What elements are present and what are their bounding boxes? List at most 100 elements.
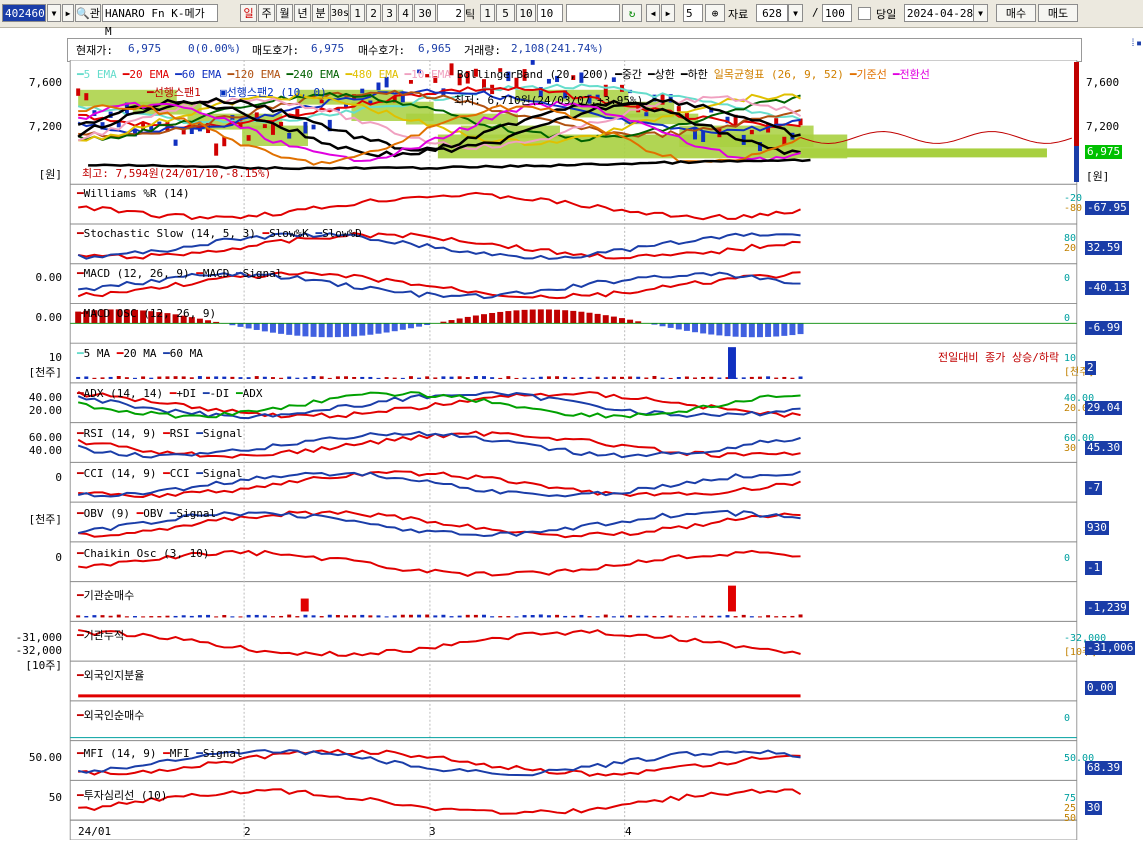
panel-value-psy: 30 (1085, 801, 1103, 815)
osc-bar (521, 309, 528, 324)
scroll-right-icon[interactable]: ▶ (661, 4, 675, 22)
refresh-icon[interactable]: ↻ (622, 4, 642, 22)
volume-bar (84, 615, 89, 618)
legend-base: ━기준선 (849, 68, 887, 81)
period-minute-button[interactable]: 분 (312, 4, 329, 22)
data-count-select[interactable]: 628 (756, 4, 788, 22)
minute-step-1[interactable]: 1 (350, 4, 365, 22)
volume-spike (728, 347, 736, 379)
legend-mid: ━중간 (615, 68, 643, 81)
volume-bar (344, 376, 349, 379)
date-select[interactable]: 2024-04-28 (904, 4, 976, 22)
zoom-icon[interactable]: ⊕ (705, 4, 725, 22)
volume-bar (482, 376, 486, 379)
osc-bar (367, 323, 374, 335)
minute-step-3[interactable]: 3 (382, 4, 397, 22)
minute-step-2[interactable]: 2 (366, 4, 381, 22)
volume-bar (270, 377, 275, 379)
osc-bar (464, 316, 471, 324)
search-icon[interactable]: 🔍관 (75, 4, 101, 22)
period-30s-button[interactable]: 30s (330, 4, 349, 22)
volume-bar (465, 377, 470, 379)
candle (749, 129, 754, 135)
volume-label: 거래량: (464, 44, 501, 57)
price-rtick-7200: 7,200 (1086, 120, 1120, 133)
volume-bar (149, 616, 154, 618)
code-dropdown-icon[interactable]: ▼ (47, 4, 61, 22)
osc-bar (545, 309, 552, 324)
data-count-dropdown-icon[interactable]: ▼ (788, 4, 803, 22)
legend-20ema: ━20 EMA (122, 68, 170, 81)
volume-bar (766, 376, 771, 379)
volume-bar (693, 377, 698, 379)
volume-bar (222, 376, 227, 379)
volume-bar (449, 616, 454, 618)
candle (303, 121, 308, 134)
same-day-checkbox[interactable] (858, 7, 871, 20)
volume-bar (571, 377, 576, 379)
panel-value-rsi: 45.30 (1085, 441, 1123, 455)
date-dropdown-icon[interactable]: ▼ (973, 4, 988, 22)
ticker-name-field[interactable]: HANARO Fn K-메가 M (102, 4, 218, 38)
osc-bar (302, 323, 309, 337)
panel-value-mfi: 68.39 (1085, 761, 1123, 775)
volume-bar (619, 376, 624, 379)
panel-series-stoch-1: Slow%D (322, 227, 362, 240)
legend-480ema: ━480 EMA (345, 68, 399, 81)
sell-button[interactable]: 매도 (1038, 4, 1078, 22)
volume-bar (441, 376, 446, 379)
xaxis-label-feb: 2 (244, 825, 251, 838)
period-day-button[interactable]: 일 (240, 4, 257, 22)
toolbar: 402460 ▼ ▶ 🔍관 HANARO Fn K-메가 M 일 주 월 년 분… (0, 0, 1143, 38)
period-week-button[interactable]: 주 (258, 4, 275, 22)
volume-bar (587, 616, 592, 618)
osc-bar (513, 310, 520, 324)
code-input[interactable]: 402460 (2, 4, 46, 22)
ask-label: 매도호가: (252, 44, 300, 57)
tick-step-5[interactable]: 5 (496, 4, 515, 22)
tick-input[interactable]: 2 (437, 4, 465, 22)
volume-bar (230, 616, 235, 618)
panel-series-mfi-0: MFI (169, 747, 190, 760)
panel-series-macd-0: MACD (202, 267, 230, 280)
volume-bar (238, 616, 243, 618)
volume-bar (555, 376, 560, 379)
volume-bar (652, 375, 657, 379)
osc-bar (756, 323, 763, 338)
current-price-label: 현재가: (76, 44, 113, 57)
volume-bar (368, 376, 373, 379)
next-arrow-icon[interactable]: ▶ (62, 4, 74, 22)
volume-bar (197, 376, 202, 379)
volume-bar (100, 377, 105, 379)
settings-icon[interactable]: ⁞▪ (1130, 38, 1142, 50)
osc-bar (286, 323, 293, 335)
buy-button[interactable]: 매수 (996, 4, 1036, 22)
tick-step-10b[interactable]: 10 (537, 4, 563, 22)
volume-bar (425, 614, 430, 618)
legend-span1: ━선행스팬1 (147, 86, 201, 99)
panel-series-adx-1: -DI (209, 387, 230, 400)
count-input[interactable]: 5 (683, 4, 703, 22)
minute-step-30[interactable]: 30 (414, 4, 436, 22)
panel-value-macd: -40.13 (1085, 281, 1129, 295)
scroll-left-icon[interactable]: ◀ (646, 4, 660, 22)
tick-step-10[interactable]: 10 (516, 4, 536, 22)
volume-bar (644, 615, 649, 618)
osc-bar (489, 312, 496, 324)
osc-bar (245, 323, 252, 329)
minute-step-4[interactable]: 4 (398, 4, 413, 22)
period-year-button[interactable]: 년 (294, 4, 311, 22)
panel-lefttick-mfi-0: 50.00 (28, 751, 62, 764)
volume-bar (141, 376, 146, 379)
panel-lefttick-adx-1: 20.00 (28, 404, 62, 417)
osc-bar (627, 319, 634, 324)
volume-bar (506, 376, 511, 379)
blank-input[interactable] (566, 4, 620, 22)
volume-bar (116, 614, 121, 618)
period-month-button[interactable]: 월 (276, 4, 293, 22)
panel-title-stoch: ━Stochastic Slow (14, 5, 3) ━Slow%K ━Slo… (77, 227, 362, 240)
osc-bar (619, 318, 625, 324)
tick-step-1[interactable]: 1 (480, 4, 495, 22)
ratio-input[interactable]: 100 (822, 4, 852, 22)
osc-bar (789, 323, 796, 336)
